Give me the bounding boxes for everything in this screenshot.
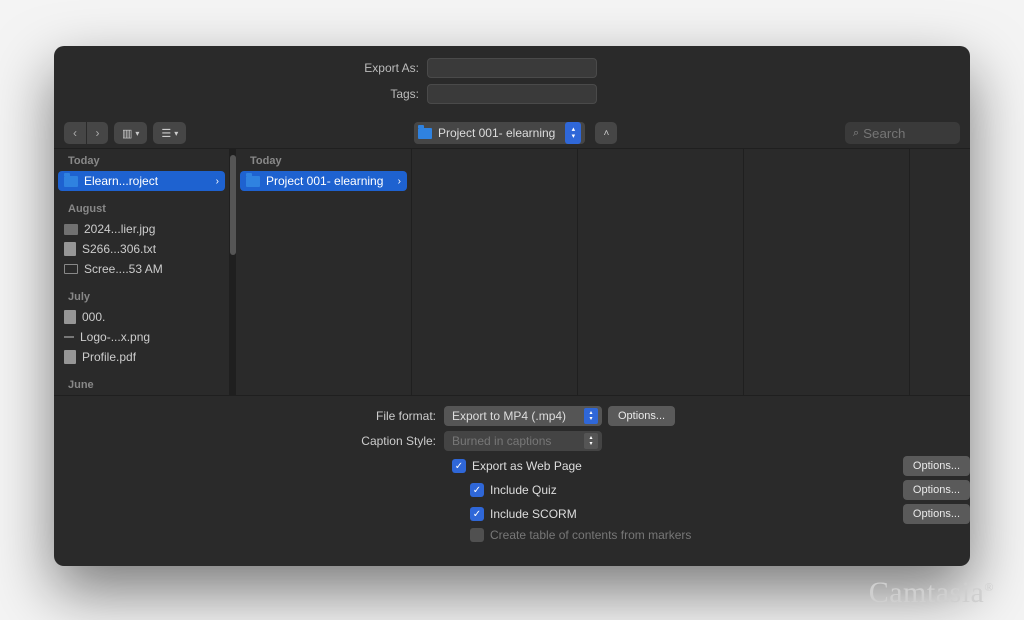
columns-icon: ▥ bbox=[122, 127, 132, 140]
file-browser-item-label: Elearn...roject bbox=[84, 174, 158, 188]
column-section-header: June bbox=[54, 373, 229, 395]
folder-icon bbox=[64, 176, 78, 187]
export-webpage-label: Export as Web Page bbox=[472, 459, 582, 473]
path-stepper-icon: ▴▾ bbox=[565, 122, 581, 144]
file-icon bbox=[64, 242, 76, 256]
file-icon bbox=[64, 310, 76, 324]
list-icon: ☰ bbox=[161, 127, 171, 140]
forward-button[interactable]: › bbox=[86, 122, 108, 144]
search-icon: ⌕ bbox=[853, 127, 859, 140]
browser-column-empty bbox=[910, 149, 970, 395]
image-icon bbox=[64, 224, 78, 235]
tags-input[interactable] bbox=[427, 84, 597, 104]
top-fields: Export As: Tags: bbox=[54, 46, 970, 116]
include-quiz-checkbox[interactable]: ✓ bbox=[470, 483, 484, 497]
column-section-header: August bbox=[54, 197, 229, 219]
file-format-select[interactable]: Export to MP4 (.mp4) ▴▾ bbox=[444, 406, 602, 426]
file-browser: Today Elearn...roject › August 2024...lier.j… bbox=[54, 148, 970, 396]
export-webpage-options-button[interactable]: Options... bbox=[903, 456, 970, 476]
export-options: File format: Export to MP4 (.mp4) ▴▾ Opt… bbox=[54, 396, 970, 552]
path-text: Project 001- elearning bbox=[436, 126, 561, 140]
file-browser-item-label: Scree....53 AM bbox=[84, 262, 163, 276]
file-browser-item-label: Project 001- elearning bbox=[266, 174, 383, 188]
include-scorm-label: Include SCORM bbox=[490, 507, 577, 521]
view-columns-button[interactable]: ▥▾ bbox=[114, 122, 147, 144]
chevron-up-icon: ˄ bbox=[603, 128, 609, 139]
include-quiz-options-button[interactable]: Options... bbox=[903, 480, 970, 500]
back-button[interactable]: ‹ bbox=[64, 122, 86, 144]
file-browser-item[interactable]: Logo-...x.png bbox=[58, 327, 225, 347]
browser-column-empty bbox=[412, 149, 578, 395]
include-quiz-label: Include Quiz bbox=[490, 483, 557, 497]
dash-icon bbox=[64, 336, 74, 338]
file-browser-item[interactable]: Elearn...roject › bbox=[58, 171, 225, 191]
column-section-header: Today bbox=[236, 149, 411, 171]
create-toc-checkbox: ✓ bbox=[470, 528, 484, 542]
create-toc-label: Create table of contents from markers bbox=[490, 528, 691, 542]
browser-empty-columns bbox=[412, 149, 970, 395]
camtasia-watermark: Camtasia® bbox=[869, 576, 994, 610]
export-dialog: Export As: Tags: ‹ › ▥▾ ☰▾ Project 001- … bbox=[54, 46, 970, 566]
collapse-button[interactable]: ˄ bbox=[595, 122, 617, 144]
file-browser-item[interactable]: 2024...lier.jpg bbox=[58, 219, 225, 239]
view-mode-group: ▥▾ bbox=[114, 122, 147, 144]
export-webpage-checkbox[interactable]: ✓ bbox=[452, 459, 466, 473]
file-browser-item-label: 2024...lier.jpg bbox=[84, 222, 155, 236]
browser-column-1: Today Project 001- elearning › bbox=[236, 149, 412, 395]
select-stepper-icon: ▴▾ bbox=[584, 408, 598, 424]
caption-style-value: Burned in captions bbox=[452, 434, 551, 448]
export-as-input[interactable] bbox=[427, 58, 597, 78]
file-icon bbox=[64, 350, 76, 364]
chevron-left-icon: ‹ bbox=[73, 126, 77, 140]
chevron-right-icon: › bbox=[398, 176, 401, 187]
file-browser-item[interactable]: Profile.pdf bbox=[58, 347, 225, 367]
file-browser-item[interactable]: 000. bbox=[58, 307, 225, 327]
toolbar: ‹ › ▥▾ ☰▾ Project 001- elearning ▴▾ ˄ ⌕ bbox=[54, 118, 970, 148]
search-input[interactable] bbox=[863, 126, 952, 141]
column-section-header: July bbox=[54, 285, 229, 307]
file-browser-item[interactable]: S266...306.txt bbox=[58, 239, 225, 259]
monitor-icon bbox=[64, 264, 78, 274]
caption-style-select: Burned in captions ▴▾ bbox=[444, 431, 602, 451]
file-browser-item-label: Profile.pdf bbox=[82, 350, 136, 364]
file-browser-item-label: 000. bbox=[82, 310, 105, 324]
file-browser-item-label: Logo-...x.png bbox=[80, 330, 150, 344]
group-button[interactable]: ☰▾ bbox=[153, 122, 186, 144]
search-field[interactable]: ⌕ bbox=[845, 122, 960, 144]
file-format-label: File format: bbox=[54, 409, 444, 423]
chevron-right-icon: › bbox=[216, 176, 219, 187]
file-format-options-button[interactable]: Options... bbox=[608, 406, 675, 426]
export-as-label: Export As: bbox=[79, 61, 419, 75]
chevron-right-icon: › bbox=[96, 126, 100, 140]
folder-icon bbox=[246, 176, 260, 187]
dialog-footer: New Folder Cancel Export bbox=[54, 556, 970, 566]
file-browser-item-label: S266...306.txt bbox=[82, 242, 156, 256]
browser-column-empty bbox=[744, 149, 910, 395]
nav-back-forward: ‹ › bbox=[64, 122, 108, 144]
chevron-down-icon: ▾ bbox=[135, 129, 139, 138]
include-scorm-options-button[interactable]: Options... bbox=[903, 504, 970, 524]
tags-label: Tags: bbox=[79, 87, 419, 101]
browser-column-empty bbox=[578, 149, 744, 395]
caption-style-label: Caption Style: bbox=[54, 434, 444, 448]
folder-icon bbox=[418, 128, 432, 139]
file-browser-item[interactable]: Scree....53 AM bbox=[58, 259, 225, 279]
chevron-down-icon: ▾ bbox=[174, 129, 178, 138]
file-browser-item[interactable]: Project 001- elearning › bbox=[240, 171, 407, 191]
include-scorm-checkbox[interactable]: ✓ bbox=[470, 507, 484, 521]
browser-column-0: Today Elearn...roject › August 2024...lier.j… bbox=[54, 149, 230, 395]
path-dropdown[interactable]: Project 001- elearning ▴▾ bbox=[414, 122, 585, 144]
group-mode-group: ☰▾ bbox=[153, 122, 186, 144]
file-format-value: Export to MP4 (.mp4) bbox=[452, 409, 566, 423]
select-stepper-icon: ▴▾ bbox=[584, 433, 598, 449]
column-section-header: Today bbox=[54, 149, 229, 171]
